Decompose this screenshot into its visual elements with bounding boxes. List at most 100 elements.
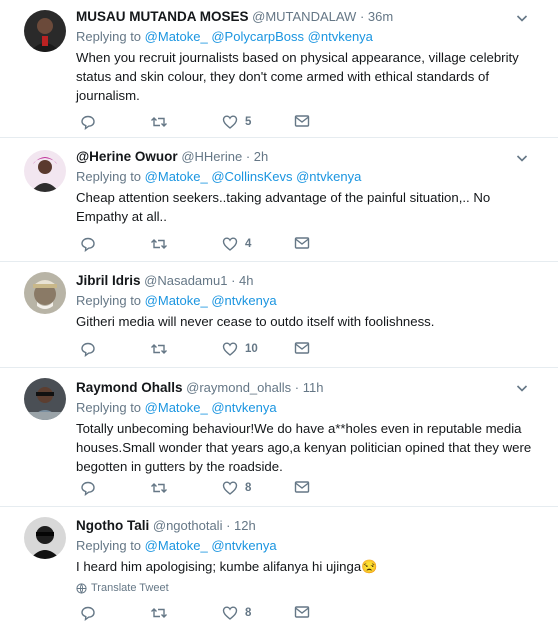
tweet-text: Githeri media will never cease to outdo …: [76, 314, 435, 329]
like-count: 8: [245, 482, 252, 494]
tweet-actions: 5: [76, 114, 376, 134]
replying-label: Replying to: [76, 538, 142, 553]
envelope-icon: [294, 481, 310, 493]
replying-label: Replying to: [76, 400, 142, 415]
separator-dot: ·: [231, 273, 236, 288]
timestamp[interactable]: 36m: [368, 9, 393, 24]
tweet-item[interactable]: Raymond Ohalls @raymond_ohalls · 11h Rep…: [0, 368, 558, 507]
heart-icon: [222, 115, 238, 129]
tweet-item[interactable]: @Herine Owuor @HHerine · 2h Replying to …: [0, 138, 558, 262]
like-count: 8: [245, 607, 252, 619]
envelope-icon: [294, 237, 310, 249]
direct-message-button[interactable]: [294, 480, 310, 494]
retweet-button[interactable]: [150, 480, 168, 496]
replying-label: Replying to: [76, 169, 142, 184]
direct-message-button[interactable]: [294, 341, 310, 355]
tweet-item[interactable]: Ngotho Tali @ngothotali · 12h Replying t…: [0, 507, 558, 621]
retweet-button[interactable]: [150, 236, 168, 252]
like-button[interactable]: 4: [222, 236, 251, 252]
chevron-down-icon[interactable]: [516, 382, 528, 394]
avatar[interactable]: [24, 517, 66, 559]
mention-link[interactable]: @Matoke_: [145, 29, 208, 44]
display-name[interactable]: @Herine Owuor: [76, 149, 178, 164]
replying-label: Replying to: [76, 29, 142, 44]
reply-button[interactable]: [80, 605, 96, 621]
heart-icon: [222, 481, 238, 495]
mention-link[interactable]: @CollinsKevs: [211, 169, 292, 184]
replying-to: Replying to @Matoke_ @ntvkenya: [76, 399, 546, 417]
replying-to: Replying to @Matoke_ @ntvkenya: [76, 292, 546, 310]
separator-dot: ·: [359, 9, 365, 24]
display-name[interactable]: Jibril Idris: [76, 273, 141, 288]
avatar[interactable]: [24, 150, 66, 192]
reply-button[interactable]: [80, 236, 96, 252]
retweet-button[interactable]: [150, 114, 168, 130]
like-button[interactable]: 10: [222, 341, 258, 357]
mention-link[interactable]: @Matoke_: [145, 538, 208, 553]
tweet-text: When you recruit journalists based on ph…: [76, 50, 519, 103]
like-button[interactable]: 8: [222, 605, 251, 621]
tweet-item[interactable]: MUSAU MUTANDA MOSES @MUTANDALAW · 36m Re…: [0, 0, 558, 138]
replying-to: Replying to @Matoke_ @CollinsKevs @ntvke…: [76, 168, 546, 186]
retweet-icon: [151, 117, 167, 127]
direct-message-button[interactable]: [294, 236, 310, 250]
user-handle[interactable]: @HHerine: [181, 149, 242, 164]
display-name[interactable]: Raymond Ohalls: [76, 380, 183, 395]
translate-label: Translate Tweet: [91, 582, 169, 594]
mention-link[interactable]: @Matoke_: [145, 293, 208, 308]
user-handle[interactable]: @Nasadamu1: [144, 273, 227, 288]
heart-icon: [222, 342, 238, 356]
chevron-down-icon[interactable]: [516, 152, 528, 164]
mention-link[interactable]: @ntvkenya: [308, 29, 373, 44]
mention-link[interactable]: @ntvkenya: [211, 400, 276, 415]
translate-tweet-link[interactable]: Translate Tweet: [76, 582, 546, 594]
direct-message-button[interactable]: [294, 114, 310, 128]
like-count: 4: [245, 238, 252, 250]
mention-link[interactable]: @Matoke_: [145, 169, 208, 184]
timestamp[interactable]: 4h: [239, 273, 253, 288]
reply-button[interactable]: [80, 341, 96, 357]
tweet-header: Raymond Ohalls @raymond_ohalls · 11h: [76, 379, 546, 396]
avatar[interactable]: [24, 378, 66, 420]
like-button[interactable]: 8: [222, 480, 251, 496]
avatar[interactable]: [24, 10, 66, 52]
mention-link[interactable]: @PolycarpBoss: [211, 29, 304, 44]
separator-dot: ·: [294, 380, 300, 395]
heart-icon: [222, 606, 238, 620]
reply-button[interactable]: [80, 114, 96, 130]
tweet-feed: MUSAU MUTANDA MOSES @MUTANDALAW · 36m Re…: [0, 0, 558, 621]
mention-link[interactable]: @Matoke_: [145, 400, 208, 415]
tweet-header: Jibril Idris @Nasadamu1 · 4h: [76, 272, 546, 289]
reply-icon: [81, 481, 95, 496]
retweet-icon: [151, 344, 167, 354]
reply-icon: [81, 115, 95, 130]
avatar[interactable]: [24, 272, 66, 314]
replying-to: Replying to @Matoke_ @ntvkenya: [76, 537, 546, 555]
display-name[interactable]: MUSAU MUTANDA MOSES: [76, 9, 249, 24]
tweet-text: Totally unbecoming behaviour!We do have …: [76, 421, 532, 474]
timestamp[interactable]: 12h: [234, 518, 256, 533]
mention-link[interactable]: @ntvkenya: [211, 293, 276, 308]
mention-link[interactable]: @ntvkenya: [211, 538, 276, 553]
like-count: 5: [245, 116, 252, 128]
mention-link[interactable]: @ntvkenya: [296, 169, 361, 184]
reply-icon: [81, 606, 95, 621]
retweet-icon: [151, 608, 167, 618]
tweet-item[interactable]: Jibril Idris @Nasadamu1 · 4h Replying to…: [0, 262, 558, 368]
retweet-button[interactable]: [150, 341, 168, 357]
envelope-icon: [294, 342, 310, 354]
display-name[interactable]: Ngotho Tali: [76, 518, 149, 533]
like-button[interactable]: 5: [222, 114, 251, 130]
timestamp[interactable]: 2h: [254, 149, 268, 164]
retweet-icon: [151, 239, 167, 249]
retweet-button[interactable]: [150, 605, 168, 621]
reply-button[interactable]: [80, 480, 96, 496]
user-handle[interactable]: @MUTANDALAW: [252, 9, 356, 24]
chevron-down-icon[interactable]: [516, 12, 528, 24]
like-count: 10: [245, 343, 258, 355]
timestamp[interactable]: 11h: [303, 380, 324, 395]
reply-icon: [81, 237, 95, 252]
reply-icon: [81, 342, 95, 357]
user-handle[interactable]: @ngothotali: [153, 518, 223, 533]
user-handle[interactable]: @raymond_ohalls: [186, 380, 291, 395]
